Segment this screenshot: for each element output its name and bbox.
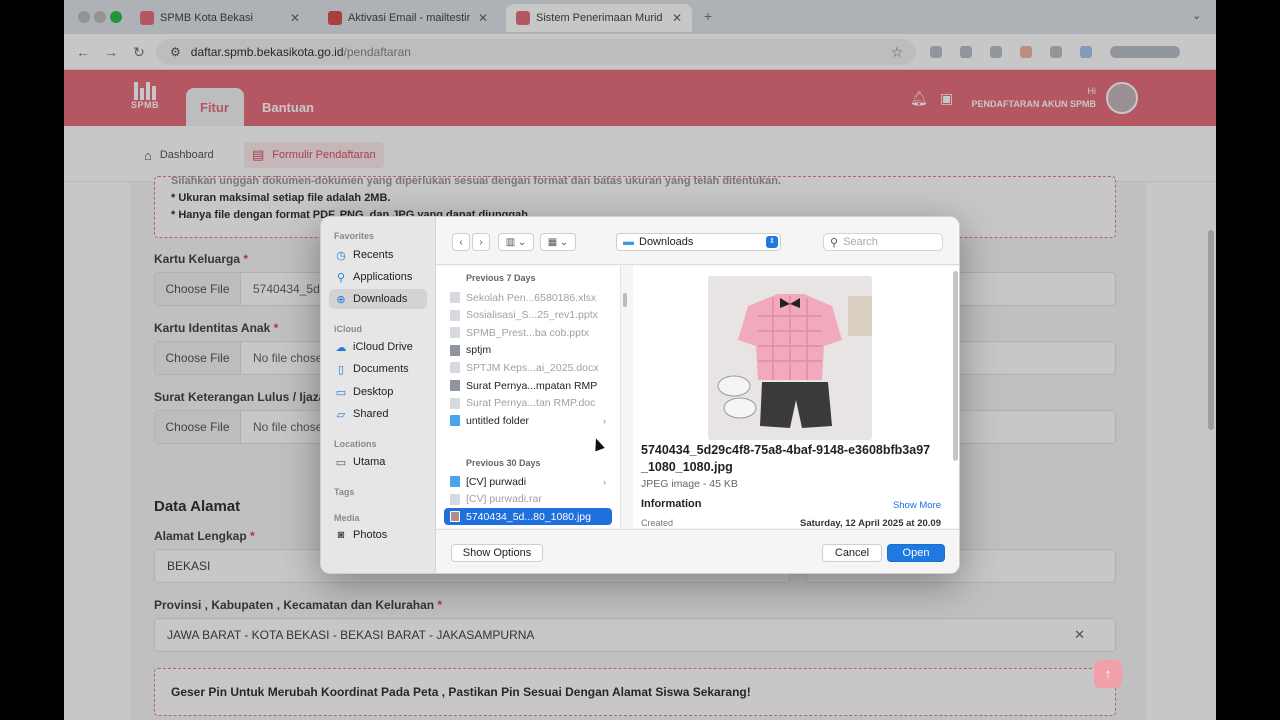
file-row[interactable]: SPMB_Prest...ba cob.pptx (444, 324, 612, 341)
clock-icon: ◷ (336, 249, 346, 262)
document-icon (450, 327, 460, 339)
file-list: Previous 7 Days Sekolah Pen...6580186.xl… (436, 266, 621, 528)
document-icon (450, 493, 460, 505)
file-name: untitled folder (466, 414, 530, 427)
file-name: Surat Pernya...tan RMP.doc (466, 397, 596, 410)
file-row[interactable]: Surat Pernya...mpatan RMP (444, 377, 612, 394)
folder-row[interactable]: untitled folder › (444, 412, 612, 429)
applications-icon: ⚲ (336, 271, 346, 284)
folder-icon: ▬ (623, 236, 634, 248)
sidebar-item-shared[interactable]: ▱ Shared (329, 404, 427, 424)
dialog-footer: Show Options Cancel Open (436, 529, 959, 573)
column-view-icon[interactable]: ▥ ⌄ (498, 233, 534, 251)
created-label: Created (641, 518, 674, 528)
cloud-icon: ☁ (335, 341, 347, 354)
show-options-button[interactable]: Show Options (451, 544, 543, 562)
disk-icon: ▭ (335, 456, 347, 469)
file-name: sptjm (466, 344, 492, 357)
file-name: Sosialisasi_S...25_rev1.pptx (466, 309, 598, 322)
list-scrollbar[interactable] (623, 293, 627, 307)
file-row[interactable]: SPTJM Keps...ai_2025.docx (444, 359, 612, 376)
shared-folder-icon: ▱ (336, 408, 346, 421)
sidebar-item-photos[interactable]: ◙ Photos (329, 525, 427, 545)
preview-info-heading: Information (641, 498, 702, 510)
document-icon (450, 292, 460, 303)
file-name: Surat Pernya...mpatan RMP (466, 379, 598, 392)
sidebar-heading: Tags (334, 487, 355, 497)
file-row[interactable]: sptjm (444, 342, 612, 359)
file-name: [CV] purwadi (466, 475, 527, 488)
open-button[interactable]: Open (887, 544, 945, 562)
file-row[interactable]: Sosialisasi_S...25_rev1.pptx (444, 307, 612, 324)
dialog-sidebar: Favorites ◷ Recents ⚲ Applications ⊕ Downlo… (321, 217, 436, 573)
preview-kind: JPEG image - 45 KB (641, 478, 738, 490)
desktop-icon: ▭ (335, 386, 347, 399)
document-icon (450, 309, 460, 321)
folder-row[interactable]: [CV] purwadi › (444, 473, 612, 490)
file-row[interactable]: Sekolah Pen...6580186.xlsx (444, 289, 612, 306)
sidebar-item-downloads[interactable]: ⊕ Downloads (329, 289, 427, 309)
file-preview: 5740434_5d29c4f8-75a8-4baf-9148-e3608bfb… (633, 266, 959, 529)
file-row[interactable]: Surat Pernya...tan RMP.doc (444, 395, 612, 412)
sidebar-item-icloud-drive[interactable]: ☁ iCloud Drive (329, 337, 427, 357)
created-value: Saturday, 12 April 2025 at 20.09 (800, 518, 941, 529)
preview-filename: 5740434_5d29c4f8-75a8-4baf-9148-e3608bfb… (641, 443, 931, 474)
document-icon: ▯ (337, 363, 345, 376)
sidebar-heading: Locations (334, 439, 377, 449)
search-placeholder: Search (843, 236, 878, 248)
group-heading: Previous 30 Days (466, 458, 541, 468)
file-open-dialog: Favorites ◷ Recents ⚲ Applications ⊕ Downlo… (320, 216, 960, 574)
search-input[interactable]: ⚲ Search (823, 233, 943, 251)
download-icon: ⊕ (336, 293, 346, 306)
group-heading: Previous 7 Days (466, 273, 536, 283)
chevron-right-icon: › (603, 476, 606, 487)
back-icon[interactable]: ‹ (452, 233, 470, 251)
sidebar-item-utama[interactable]: ▭ Utama (329, 452, 427, 472)
sidebar-item-applications[interactable]: ⚲ Applications (329, 267, 427, 287)
forward-icon[interactable]: › (472, 233, 490, 251)
sidebar-heading: iCloud (334, 324, 362, 334)
scroll-top-button[interactable]: ↑ (1094, 660, 1122, 688)
sidebar-item-documents[interactable]: ▯ Documents (329, 359, 427, 379)
dialog-toolbar: ‹ › ▥ ⌄ ▦ ⌄ ▬ Downloads ⇕ ⚲ Search (436, 217, 959, 265)
image-thumbnail (708, 276, 872, 440)
sidebar-item-recents[interactable]: ◷ Recents (329, 245, 427, 265)
file-name: 5740434_5d...80_1080.jpg (466, 510, 591, 523)
document-icon (450, 344, 460, 356)
search-icon: ⚲ (830, 236, 839, 249)
file-name: SPTJM Keps...ai_2025.docx (466, 361, 599, 374)
folder-icon (450, 415, 460, 427)
preview-scrollbar[interactable] (953, 271, 958, 461)
cancel-button[interactable]: Cancel (822, 544, 882, 562)
file-row[interactable]: [CV] purwadi.rar (444, 491, 612, 508)
folder-icon (450, 476, 460, 487)
grid-view-icon[interactable]: ▦ ⌄ (540, 233, 576, 251)
sidebar-heading: Media (334, 513, 360, 523)
updown-chevron-icon: ⇕ (766, 236, 778, 248)
sidebar-heading: Favorites (334, 231, 375, 241)
document-icon (450, 397, 460, 409)
location-dropdown[interactable]: ▬ Downloads ⇕ (616, 233, 781, 251)
file-row[interactable]: 5740434_5d...80_1080.jpg (444, 508, 612, 526)
show-more-link[interactable]: Show More (893, 500, 941, 511)
sidebar-item-desktop[interactable]: ▭ Desktop (329, 382, 427, 402)
document-icon (450, 362, 460, 374)
file-name: SPMB_Prest...ba cob.pptx (466, 326, 590, 339)
file-name: Sekolah Pen...6580186.xlsx (466, 291, 597, 304)
file-name: [CV] purwadi.rar (466, 493, 542, 506)
camera-icon: ◙ (337, 529, 345, 541)
document-icon (450, 380, 460, 391)
chevron-right-icon: › (603, 415, 606, 426)
location-label: Downloads (639, 236, 694, 248)
image-file-icon (450, 511, 460, 523)
